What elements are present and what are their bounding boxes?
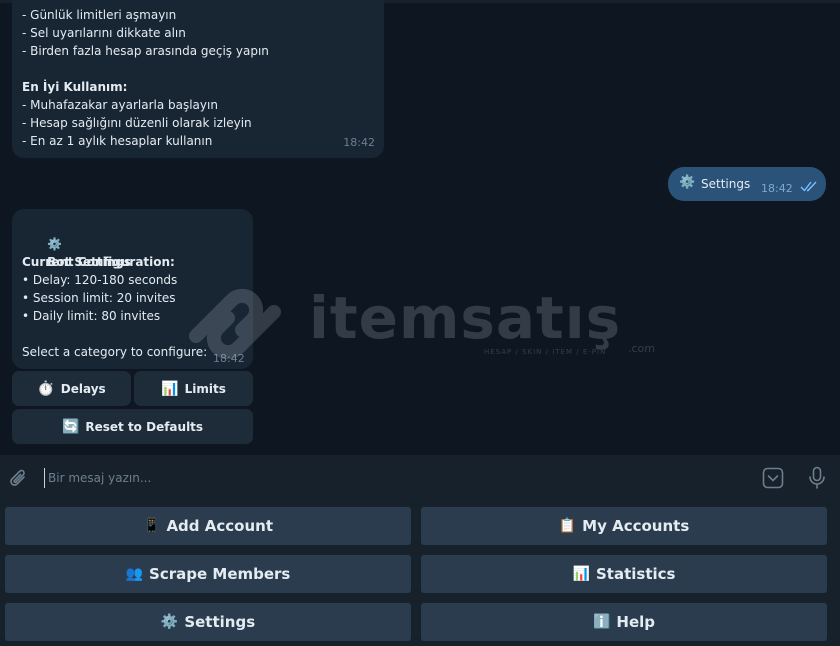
gear-icon: ⚙️ [679, 175, 696, 190]
info-icon: ℹ️ [592, 614, 611, 630]
message-input[interactable]: Bir mesaj yazın... [44, 468, 734, 488]
tips-line: - Birden fazla hesap arasında geçiş yapı… [22, 44, 269, 58]
mobile-phone-icon: 📱 [143, 518, 161, 534]
tips-line: - Muhafazakar ayarlarla başlayın [22, 98, 218, 112]
help-button[interactable]: ℹ️ Help [421, 603, 827, 641]
limits-button[interactable]: 📊 Limits [134, 371, 253, 406]
message-time: 18:42 [213, 352, 245, 365]
gear-icon: ⚙️ [47, 237, 63, 251]
watermark-brand: itemsatış [309, 284, 622, 352]
my-accounts-button[interactable]: 📋 My Accounts [421, 507, 827, 545]
tips-line [22, 60, 374, 78]
settings-button[interactable]: ⚙️ Settings [5, 603, 411, 641]
statistics-button[interactable]: 📊 Statistics [421, 555, 827, 593]
message-bot-settings: ⚙️ Bot Settings Current Configuration: •… [12, 209, 253, 369]
delays-button[interactable]: ⏱️ Delays [12, 371, 131, 406]
paperclip-icon[interactable] [9, 468, 29, 490]
button-label: Scrape Members [149, 565, 291, 583]
clipboard-icon: 📋 [558, 518, 577, 534]
button-label: Delays [60, 381, 106, 396]
message-outgoing: ⚙️ Settings 18:42 [668, 167, 826, 201]
message-text: Settings [701, 177, 751, 191]
tips-line: - Günlük limitleri aşmayın [22, 8, 177, 22]
button-label: Add Account [166, 517, 273, 535]
tips-line: - Sel uyarılarını dikkate alın [22, 26, 186, 40]
settings-title-row: ⚙️ Bot Settings [22, 217, 243, 269]
config-line: • Session limit: 20 invites [22, 291, 176, 305]
bot-keyboard-toggle-icon[interactable] [762, 467, 784, 489]
tips-line: - Hesap sağlığını düzenli olarak izleyin [22, 116, 252, 130]
button-label: Settings [184, 613, 256, 631]
scrape-members-button[interactable]: 👥 Scrape Members [5, 555, 411, 593]
add-account-button[interactable]: 📱 Add Account [5, 507, 411, 545]
bar-chart-icon: 📊 [572, 566, 590, 582]
gear-icon: ⚙️ [160, 614, 179, 630]
message-tips: - Günlük limitleri aşmayın - Sel uyarıla… [12, 0, 384, 158]
tips-heading: En İyi Kullanım: [22, 80, 128, 94]
stopwatch-icon: ⏱️ [37, 380, 55, 397]
button-label: Limits [184, 381, 226, 396]
reset-to-defaults-button[interactable]: 🔄 Reset to Defaults [12, 409, 253, 444]
config-heading: Current Configuration: [22, 255, 175, 269]
config-line: • Daily limit: 80 invites [22, 309, 161, 323]
button-label: Statistics [595, 565, 676, 583]
refresh-icon: 🔄 [61, 418, 80, 435]
watermark-suffix: .com [628, 342, 655, 355]
config-prompt: Select a category to configure: [22, 345, 208, 359]
reply-keyboard: 📱 Add Account 📋 My Accounts 👥 Scrape Mem… [0, 502, 840, 646]
button-label: Reset to Defaults [85, 419, 204, 434]
message-time: 18:42 [761, 182, 793, 195]
tips-line: - En az 1 aylık hesaplar kullanın [22, 134, 213, 148]
users-icon: 👥 [125, 566, 144, 582]
read-checkmarks-icon [800, 180, 820, 192]
message-time: 18:42 [343, 136, 375, 149]
watermark-tagline: HESAP / SKIN / ITEM / E-PIN [484, 348, 607, 356]
chat-area: - Günlük limitleri aşmayın - Sel uyarıla… [0, 0, 840, 455]
button-label: My Accounts [582, 517, 690, 535]
button-label: Help [616, 613, 656, 631]
config-line: • Delay: 120-180 seconds [22, 273, 178, 287]
bar-chart-icon: 📊 [161, 380, 179, 397]
microphone-icon[interactable] [808, 466, 826, 490]
message-input-bar: Bir mesaj yazın... [0, 455, 840, 502]
